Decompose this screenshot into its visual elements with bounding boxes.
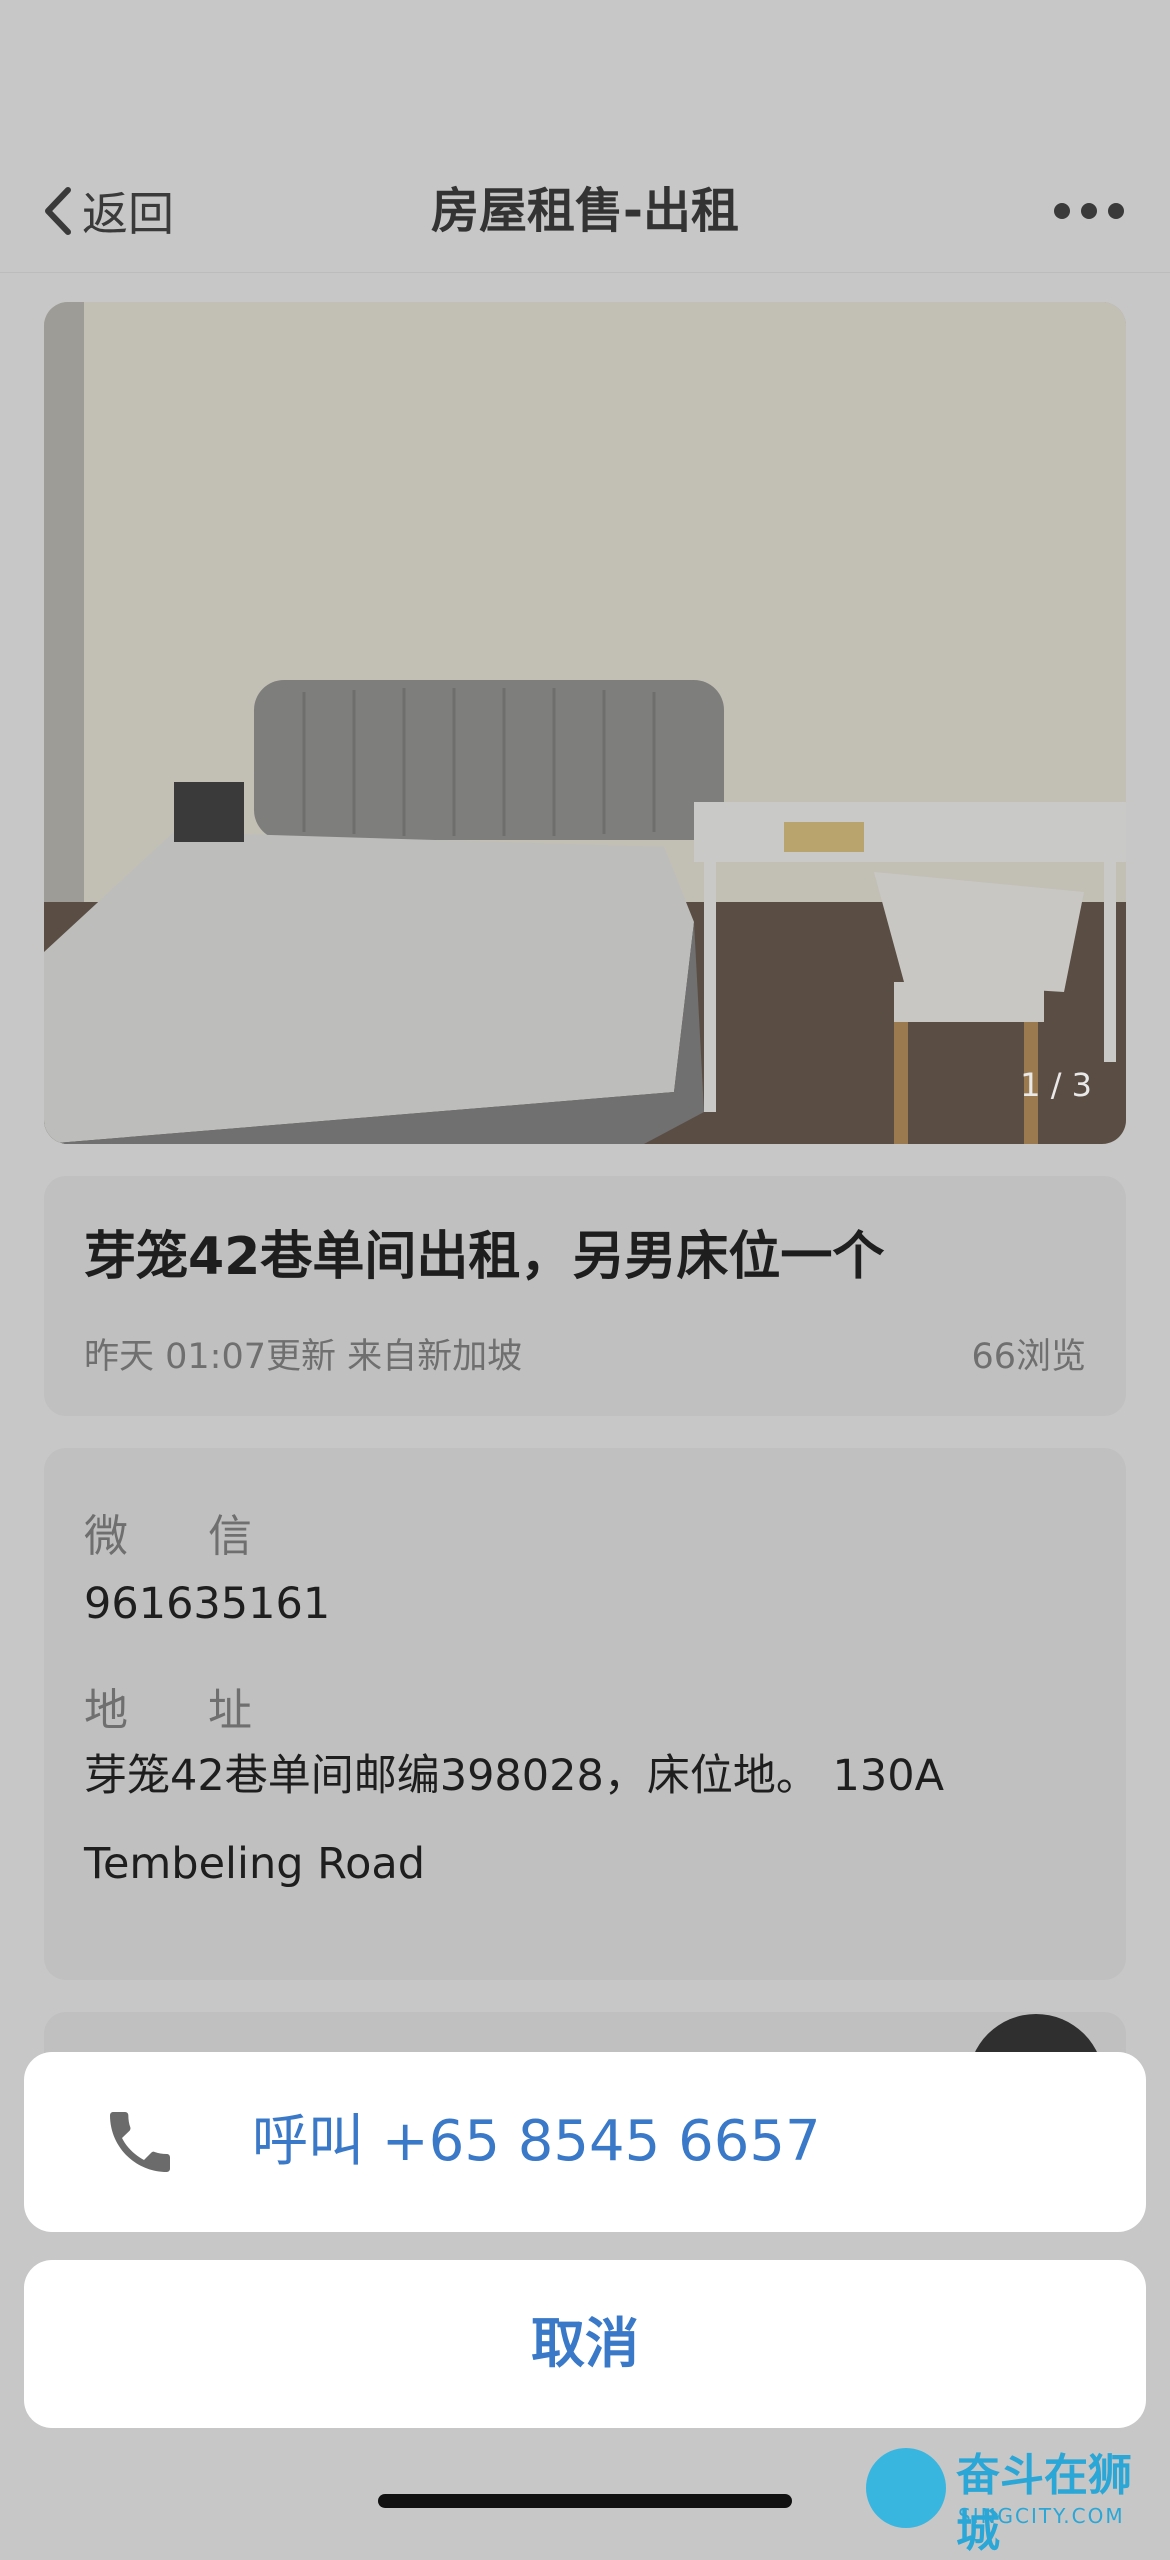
call-label: 呼叫 +65 8545 6657 [252,2109,821,2174]
listing-summary-card: 芽笼42巷单间出租，另男床位一个 昨天 01:07更新 来自新加坡 66浏览 [44,1176,1126,1416]
more-options-icon[interactable] [1054,188,1124,234]
call-action-button[interactable]: 呼叫 +65 8545 6657 [24,2052,1146,2232]
listing-title: 芽笼42巷单间出租，另男床位一个 [84,1227,885,1287]
home-indicator [378,2494,792,2508]
lion-logo-icon [866,2448,946,2528]
cancel-button[interactable]: 取消 [24,2260,1146,2428]
status-bar [0,0,1170,150]
address-label: 地址 [84,1685,252,1736]
photo-counter: 1 / 3 [1020,1066,1092,1104]
navigation-bar: 返回 房屋租售-出租 [0,150,1170,273]
wechat-value[interactable]: 961635161 [84,1560,1094,1648]
listing-photo[interactable]: 1 / 3 [44,302,1126,1144]
wechat-label: 微信 [84,1511,252,1562]
address-value: 芽笼42巷单间邮编398028，床位地。 130A Tembeling Road [84,1751,945,1889]
phone-icon [110,2112,170,2172]
watermark: 奋斗在狮城 SINGCITY.COM [866,2448,1166,2557]
room-photo-illustration [44,302,1126,1144]
watermark-domain: SINGCITY.COM [958,2504,1125,2528]
page-title: 房屋租售-出租 [431,183,739,239]
listing-meta: 昨天 01:07更新 来自新加坡 [84,1337,523,1377]
view-count: 66浏览 [971,1337,1086,1377]
contact-info-card: 微信 961635161 地址 芽笼42巷单间邮编398028，床位地。 130… [44,1448,1126,1980]
